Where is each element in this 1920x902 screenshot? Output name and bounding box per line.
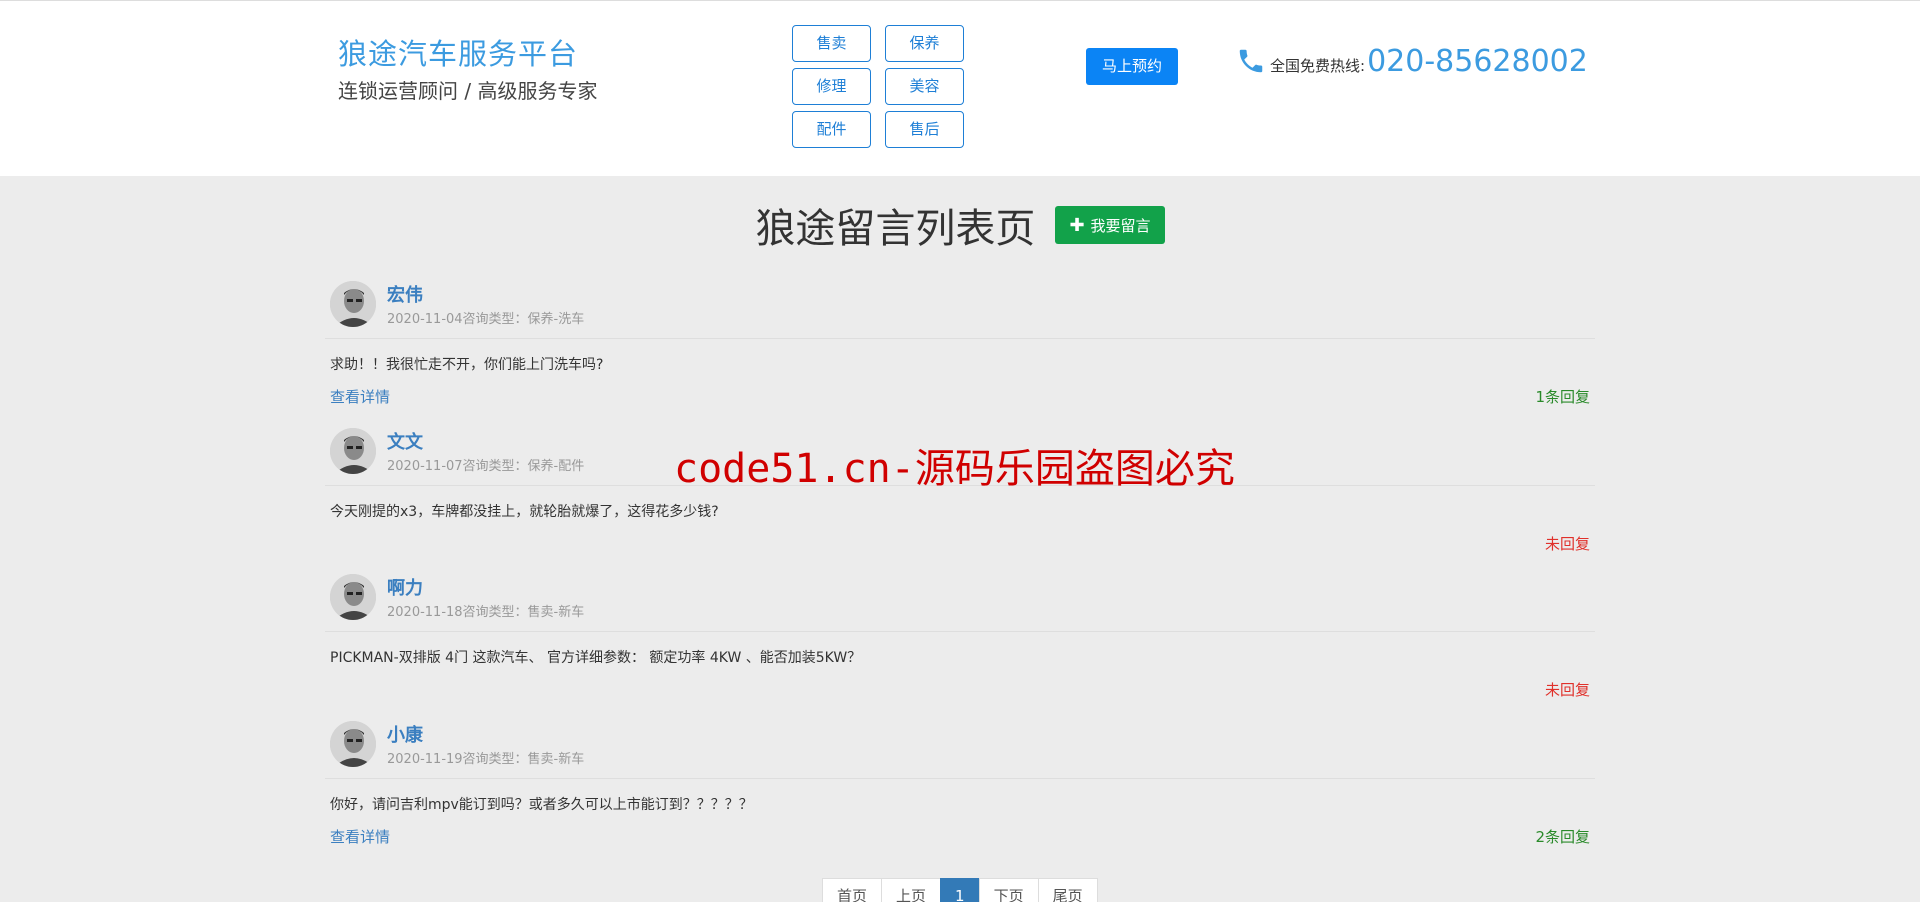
watermark: code51.cn-源码乐园盗图必究 bbox=[674, 446, 1235, 492]
message-meta: 2020-11-04咨询类型：保养-洗车 bbox=[387, 312, 585, 327]
view-details-link[interactable]: 查看详情 bbox=[330, 386, 390, 407]
divider bbox=[325, 338, 1595, 339]
service-button-sale[interactable]: 售卖 bbox=[792, 25, 871, 62]
message-content: PICKMAN-双排版 4门 这款汽车、 官方详细参数： 额定功率 4KW 、能… bbox=[330, 650, 862, 666]
post-message-label: 我要留言 bbox=[1090, 216, 1151, 235]
message-meta: 2020-11-18咨询类型：售卖-新车 bbox=[387, 605, 585, 620]
user-avatar-icon bbox=[330, 428, 376, 474]
view-details-link[interactable]: 查看详情 bbox=[330, 826, 390, 847]
message-item: 宏伟 2020-11-04咨询类型：保养-洗车 求助！！我很忙走不开，你们能上门… bbox=[325, 271, 1595, 417]
page-next[interactable]: 下页 bbox=[978, 878, 1039, 902]
page-prev[interactable]: 上页 bbox=[881, 878, 942, 902]
avatar bbox=[330, 281, 376, 327]
message-meta: 2020-11-07咨询类型：保养-配件 bbox=[387, 459, 585, 474]
pagination: 首页 上页 1 下页 尾页 bbox=[822, 878, 1098, 902]
author-name[interactable]: 啊力 bbox=[387, 574, 423, 600]
phone-icon bbox=[1239, 49, 1263, 73]
author-name[interactable]: 小康 bbox=[387, 721, 423, 747]
user-avatar-icon bbox=[330, 281, 376, 327]
brand-title[interactable]: 狼途汽车服务平台 bbox=[338, 31, 578, 73]
hotline: 全国免费热线: 020-85628002 bbox=[1236, 39, 1588, 83]
service-button-repair[interactable]: 修理 bbox=[792, 68, 871, 105]
avatar bbox=[330, 574, 376, 620]
brand-subtitle: 连锁运营顾问 / 高级服务专家 bbox=[338, 79, 598, 103]
hotline-number: 020-85628002 bbox=[1367, 43, 1588, 79]
book-now-button[interactable]: 马上预约 bbox=[1086, 48, 1178, 85]
page-title: 狼途留言列表页 bbox=[755, 206, 1036, 252]
divider bbox=[325, 778, 1595, 779]
service-button-aftersale[interactable]: 售后 bbox=[885, 111, 964, 148]
page-last[interactable]: 尾页 bbox=[1037, 878, 1098, 902]
reply-count[interactable]: 1条回复 bbox=[1535, 386, 1590, 407]
reply-status: 未回复 bbox=[1544, 681, 1590, 699]
service-button-parts[interactable]: 配件 bbox=[792, 111, 871, 148]
page-heading: 狼途留言列表页 ✚ 我要留言 bbox=[0, 198, 1920, 252]
message-item: 啊力 2020-11-18咨询类型：售卖-新车 PICKMAN-双排版 4门 这… bbox=[325, 564, 1595, 710]
reply-count[interactable]: 2条回复 bbox=[1535, 826, 1590, 847]
post-message-button[interactable]: ✚ 我要留言 bbox=[1055, 206, 1165, 244]
page-current[interactable]: 1 bbox=[940, 878, 980, 902]
plus-icon: ✚ bbox=[1069, 214, 1085, 236]
author-name[interactable]: 宏伟 bbox=[387, 281, 423, 307]
message-item: 小康 2020-11-19咨询类型：售卖-新车 你好，请问吉利mpv能订到吗？或… bbox=[325, 711, 1595, 857]
divider bbox=[325, 631, 1595, 632]
author-name[interactable]: 文文 bbox=[387, 428, 423, 454]
avatar bbox=[330, 428, 376, 474]
avatar bbox=[330, 721, 376, 767]
hotline-label: 全国免费热线: bbox=[1270, 56, 1366, 75]
message-content: 求助！！我很忙走不开，你们能上门洗车吗? bbox=[330, 357, 604, 373]
user-avatar-icon bbox=[330, 721, 376, 767]
reply-status: 未回复 bbox=[1544, 535, 1590, 553]
site-header: 狼途汽车服务平台 连锁运营顾问 / 高级服务专家 售卖 保养 修理 美容 配件 … bbox=[0, 0, 1920, 176]
service-button-beauty[interactable]: 美容 bbox=[885, 68, 964, 105]
message-content: 今天刚提的x3，车牌都没挂上，就轮胎就爆了，这得花多少钱? bbox=[330, 504, 719, 520]
message-content: 你好，请问吉利mpv能订到吗？或者多久可以上市能订到？？？？？ bbox=[330, 797, 753, 813]
user-avatar-icon bbox=[330, 574, 376, 620]
message-meta: 2020-11-19咨询类型：售卖-新车 bbox=[387, 752, 585, 767]
service-button-maintenance[interactable]: 保养 bbox=[885, 25, 964, 62]
page-first[interactable]: 首页 bbox=[822, 878, 883, 902]
